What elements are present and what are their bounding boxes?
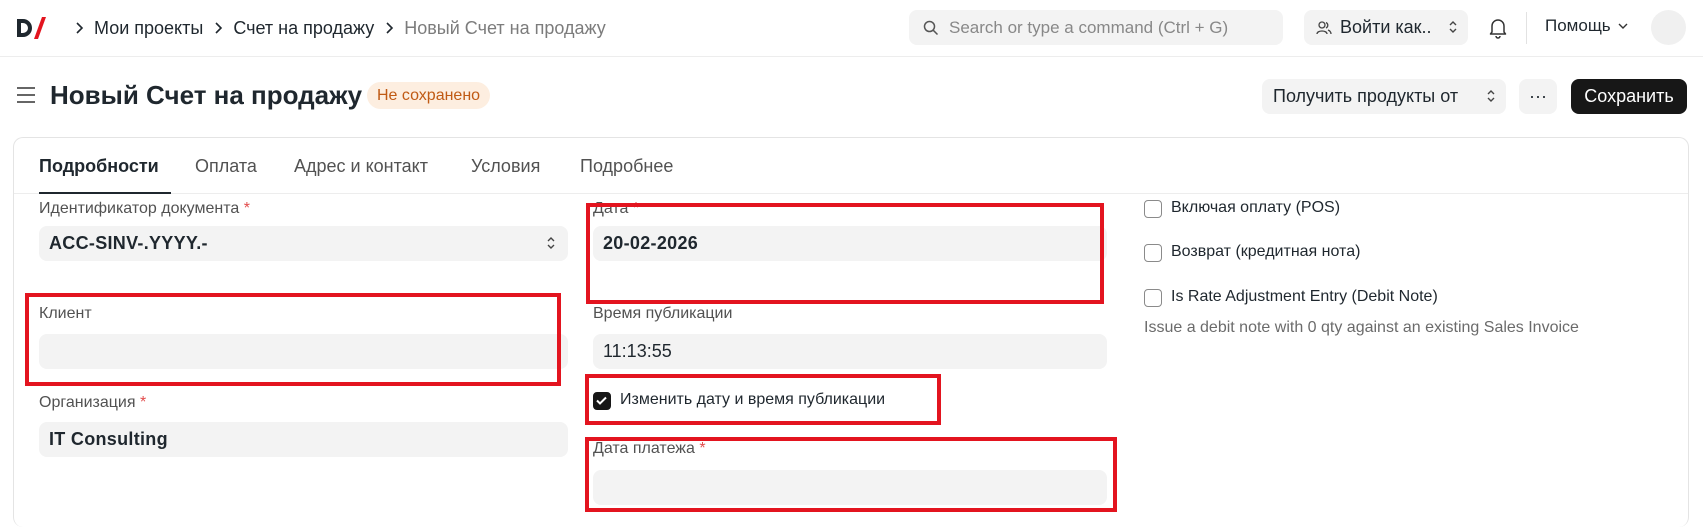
chevron-right-icon — [380, 19, 398, 37]
menu-icon[interactable] — [16, 86, 36, 104]
search-icon — [923, 20, 939, 35]
page-header: Новый Счет на продажу Не сохранено Получ… — [0, 57, 1703, 137]
due-date-field[interactable] — [593, 470, 1107, 505]
posting-date-field[interactable]: 20-02-2026 — [593, 226, 1107, 261]
naming-series-select[interactable]: ACC-SINV-.YYYY.- — [39, 226, 568, 261]
form-card: Подробности Оплата Адрес и контакт Услов… — [13, 137, 1689, 527]
chevron-right-icon — [209, 19, 227, 37]
is-pos-checkbox[interactable] — [1144, 200, 1162, 218]
tab-terms[interactable]: Условия — [471, 156, 540, 177]
avatar[interactable] — [1651, 10, 1686, 45]
posting-time-label: Время публикации — [593, 305, 733, 322]
posting-time-field[interactable]: 11:13:55 — [593, 334, 1107, 369]
chevron-down-icon — [1618, 23, 1628, 29]
bell-icon[interactable] — [1486, 15, 1510, 39]
is-debit-note-checkbox[interactable] — [1144, 289, 1162, 307]
users-icon — [1316, 20, 1332, 34]
select-arrows-icon — [1487, 90, 1495, 102]
set-posting-time-label[interactable]: Изменить дату и время публикации — [620, 391, 885, 409]
breadcrumb-item-current: Новый Счет на продажу — [404, 17, 606, 38]
is-debit-note-label[interactable]: Is Rate Adjustment Entry (Debit Note) — [1171, 288, 1438, 306]
tab-payments[interactable]: Оплата — [195, 156, 257, 177]
navbar-divider — [1526, 12, 1527, 44]
customer-field[interactable] — [39, 334, 568, 369]
get-items-button[interactable]: Получить продукты от — [1262, 79, 1506, 114]
page-title: Новый Счет на продажу — [50, 80, 363, 110]
tab-details[interactable]: Подробности — [39, 156, 159, 177]
select-arrows-icon — [547, 237, 555, 249]
breadcrumb-item-projects[interactable]: Мои проекты — [94, 18, 203, 39]
due-date-label: Дата платежа * — [593, 440, 706, 457]
search-bar[interactable] — [909, 10, 1283, 45]
active-tab-indicator — [39, 192, 171, 194]
save-button[interactable]: Сохранить — [1571, 79, 1687, 114]
customer-label: Клиент — [39, 305, 92, 322]
impersonate-button[interactable]: Войти как.. — [1304, 10, 1468, 45]
breadcrumb: Мои проекты Счет на продажу Новый Счет н… — [64, 15, 606, 41]
help-label: Помощь — [1545, 16, 1611, 35]
debit-note-description: Issue a debit note with 0 qty against an… — [1144, 319, 1579, 336]
search-input[interactable] — [949, 17, 1269, 38]
impersonate-label: Войти как.. — [1340, 17, 1432, 37]
naming-series-value: ACC-SINV-.YYYY.- — [49, 233, 208, 253]
more-actions-button[interactable]: ··· — [1519, 79, 1557, 114]
navbar: Мои проекты Счет на продажу Новый Счет н… — [0, 0, 1703, 57]
chevron-right-icon — [70, 19, 88, 37]
tab-more-info[interactable]: Подробнее — [580, 156, 673, 177]
company-field[interactable]: IT Consulting — [39, 422, 568, 457]
status-badge: Не сохранено — [367, 82, 491, 109]
company-label: Организация * — [39, 394, 147, 411]
breadcrumb-item-sales-invoice[interactable]: Счет на продажу — [233, 18, 374, 39]
get-items-label: Получить продукты от — [1273, 86, 1459, 106]
select-arrows-icon — [1449, 21, 1457, 33]
is-return-label[interactable]: Возврат (кредитная нота) — [1171, 243, 1360, 261]
app-logo-icon[interactable] — [16, 15, 46, 41]
naming-series-label: Идентификатор документа * — [39, 200, 250, 217]
check-icon — [596, 396, 607, 405]
is-pos-label[interactable]: Включая оплату (POS) — [1171, 199, 1340, 217]
set-posting-time-checkbox[interactable] — [593, 392, 611, 410]
is-return-checkbox[interactable] — [1144, 244, 1162, 262]
posting-date-label: Дата * — [593, 200, 640, 217]
form-tabs: Подробности Оплата Адрес и контакт Услов… — [14, 138, 1688, 194]
tab-address-contact[interactable]: Адрес и контакт — [294, 156, 428, 177]
help-dropdown[interactable]: Помощь — [1545, 16, 1629, 36]
more-icon: ··· — [1529, 86, 1547, 106]
